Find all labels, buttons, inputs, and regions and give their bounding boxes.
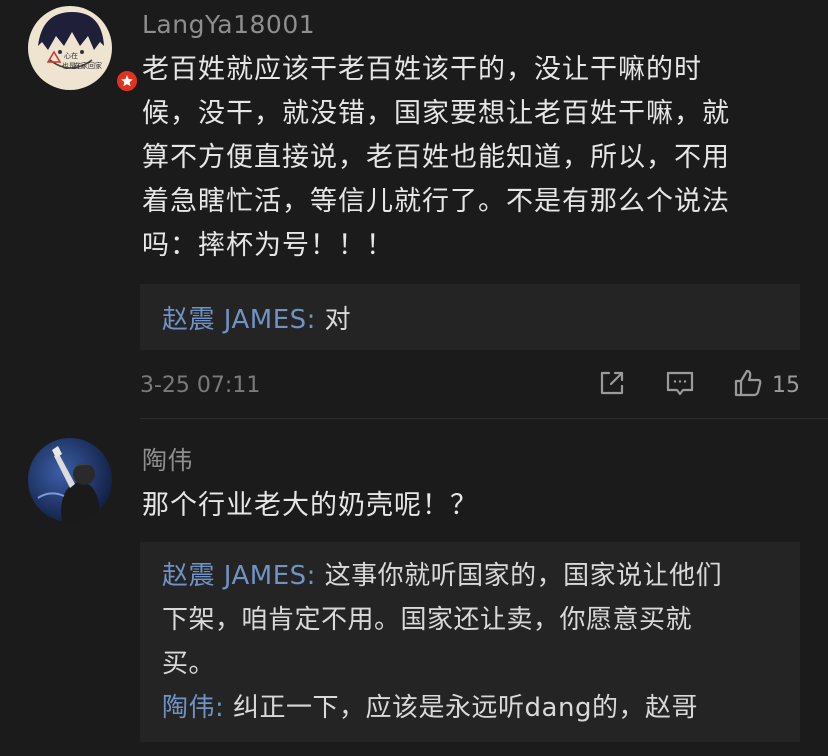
share-icon [596, 367, 628, 403]
comment-username[interactable]: 陶伟 [142, 446, 193, 476]
comment-text-line: 老百姓就应该干老百姓该干的，没让干嘛的时 [142, 54, 702, 85]
comment-text: 那个行业老大的奶壳呢！？ [142, 490, 478, 521]
comment-text-line: 吗：摔杯为号！！！ [142, 230, 394, 261]
reply-button[interactable] [664, 368, 696, 402]
avatar-text: 在家回家 [74, 61, 102, 70]
reply-item: 赵震 JAMES: 对 [162, 298, 778, 342]
comment-text-line: 算不方便直接说，老百姓也能知道，所以，不用 [142, 142, 730, 173]
comment-meta: 3-25 07:11 15 [140, 366, 800, 406]
avatar[interactable] [28, 438, 112, 522]
reply-text: 对 [315, 305, 352, 335]
reply-item: 陶伟: 纠正一下，应该是永远听dang的，赵哥 [162, 686, 778, 730]
comment-timestamp: 3-25 07:11 [140, 373, 261, 398]
comment-text-line: 候，没干，就没错，国家要想让老百姓干嘛，就 [142, 98, 730, 129]
reply-text: 这事你就听国家的，国家说让他们 [315, 561, 723, 591]
avatar-text: 心在 [64, 51, 78, 60]
comment-thread: 心在 也是心 在家回家 LangYa18001 老百姓就应该干老百姓该干的，没让… [0, 0, 828, 756]
star-badge-icon [114, 68, 140, 94]
comment-username[interactable]: LangYa18001 [142, 10, 315, 40]
reply-author[interactable]: 陶伟: [162, 693, 224, 723]
like-count: 15 [772, 372, 800, 398]
like-button[interactable]: 15 [732, 368, 800, 402]
reply-text: 纠正一下，应该是永远听dang的，赵哥 [224, 693, 698, 723]
reply-author[interactable]: 赵震 JAMES: [162, 305, 316, 335]
share-button[interactable] [596, 368, 628, 402]
reply-text: 买。 [162, 649, 216, 679]
reply-box[interactable]: 赵震 JAMES: 对 [140, 284, 800, 350]
comment-icon [664, 367, 696, 403]
comment-text: 老百姓就应该干老百姓该干的，没让干嘛的时 候，没干，就没错，国家要想让老百姓干嘛… [142, 48, 802, 268]
comment-text-line: 着急瞎忙活，等信儿就行了。不是有那么个说法 [142, 186, 730, 217]
reply-box[interactable]: 赵震 JAMES: 这事你就听国家的，国家说让他们 下架，咱肯定不用。国家还让卖… [140, 542, 800, 742]
reply-text: 下架，咱肯定不用。国家还让卖，你愿意买就 [162, 605, 693, 635]
avatar[interactable]: 心在 也是心 在家回家 [28, 6, 140, 94]
reply-item: 赵震 JAMES: 这事你就听国家的，国家说让他们 下架，咱肯定不用。国家还让卖… [162, 554, 778, 686]
reply-author[interactable]: 赵震 JAMES: [162, 561, 316, 591]
divider [140, 418, 828, 419]
thumbs-up-icon [732, 367, 764, 403]
